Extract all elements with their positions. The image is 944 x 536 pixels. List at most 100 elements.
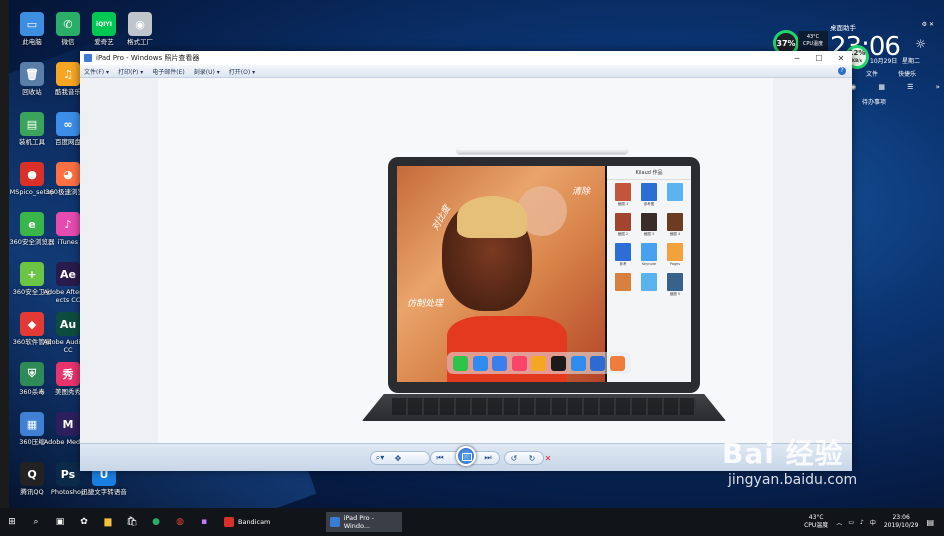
file-explorer-icon[interactable]: ▆: [96, 508, 120, 536]
file-item: 参考: [610, 243, 636, 273]
taskbar-app-label: Bandicam: [238, 518, 271, 526]
dock-app-icon: [453, 355, 469, 371]
ipad-files-pane: Kilaud 作品 截图 1 参考图 截图 2 截图 3 截图 4 参考 Keynote Pa…: [607, 166, 691, 382]
premiere-icon[interactable]: ▪: [192, 508, 216, 536]
minimize-button[interactable]: ─: [786, 54, 808, 63]
help-icon[interactable]: ?: [838, 67, 846, 75]
menu-burn[interactable]: 刻录(U) ▾: [194, 67, 220, 76]
file-item: Keynote: [636, 243, 662, 273]
chevron-right-icon[interactable]: »: [936, 83, 940, 91]
taskbar-app-icon: [224, 517, 234, 527]
file-thumbnail: [641, 243, 657, 261]
previous-icon[interactable]: ⏮: [431, 453, 449, 463]
taskbar-app-label: iPad Pro - Windo...: [343, 514, 375, 530]
desktop: ▭ 此电脑 ✆ 微信 iQIYI 爱奇艺 ◉ 格式工厂 🗑 回收站 ♫ 酷我音乐 ▤ 装机工具 ∞ 百度网盘 ●…: [0, 0, 944, 508]
task-view-icon[interactable]: ▣: [48, 508, 72, 536]
ipad-note-clone: 仿制处理: [407, 299, 444, 309]
tray-volume-icon[interactable]: ♪: [860, 519, 864, 526]
dock-app-icon: [511, 355, 527, 371]
file-caption: 截图 5: [669, 292, 681, 296]
delete-group: ✕: [538, 451, 562, 465]
files-grid: 截图 1 参考图 截图 2 截图 3 截图 4 参考 Keynote Pages 截图 5: [607, 180, 691, 306]
file-thumbnail: [667, 243, 683, 261]
ipad-portrait-hair: [457, 196, 527, 238]
file-item: 截图 1: [610, 183, 636, 213]
zoom-icon[interactable]: ⌕▾: [371, 453, 389, 463]
desktop-icon[interactable]: ◉ 格式工厂: [114, 12, 166, 46]
taskbar-app-icon: [330, 517, 340, 527]
cpu-temp-card: 43°C CPU温度: [798, 31, 828, 53]
desktop-app-icon: ▭: [20, 12, 44, 36]
maximize-button[interactable]: ☐: [808, 54, 830, 63]
grid-icon[interactable]: ▦: [878, 83, 885, 91]
dock-app-icon: [531, 355, 547, 371]
ipad-device: 对比度 仿制处理 清除 Kilaud 作品 截图 1 参考图 截图 2 截图 3 截图 …: [388, 157, 700, 393]
menu-email[interactable]: 电子邮件(E): [152, 67, 184, 76]
file-item: [636, 273, 662, 303]
menu-file[interactable]: 文件(F) ▾: [84, 67, 109, 76]
dock-app-icon: [551, 355, 566, 371]
dock-app-icon: [590, 355, 606, 371]
desktop-app-icon: ♪: [56, 212, 80, 236]
widget-shortcut-files[interactable]: 文件: [866, 69, 878, 78]
menu-bar: 文件(F) ▾ 打印(P) ▾ 电子邮件(E) 刻录(U) ▾ 打开(O) ▾ …: [80, 65, 852, 78]
list-icon[interactable]: ☰: [907, 83, 913, 91]
tray-clock[interactable]: 23:06 2019/10/29: [884, 514, 919, 530]
file-caption: 截图 1: [617, 202, 629, 206]
file-thumbnail: [667, 273, 683, 291]
file-item: 截图 5: [662, 273, 688, 303]
file-caption: Pages: [669, 262, 681, 266]
dock-app-icon: [492, 355, 508, 371]
tray-network-icon[interactable]: ▭: [848, 519, 854, 526]
taskbar-app-button[interactable]: Bandicam: [220, 512, 274, 532]
desktop-icon-label: 迅捷文字转语音: [81, 488, 127, 496]
tray-clock-time: 23:06: [892, 514, 910, 521]
slideshow-button[interactable]: [456, 446, 476, 466]
tray-chevron-icon[interactable]: ︿: [836, 518, 842, 527]
chrome-icon[interactable]: ◍: [168, 508, 192, 536]
widget-todo[interactable]: 待办事项: [862, 97, 886, 106]
desktop-app-icon: ♫: [56, 62, 80, 86]
menu-open[interactable]: 打开(O) ▾: [229, 67, 255, 76]
desktop-app-icon: ▤: [20, 112, 44, 136]
file-thumbnail: [667, 213, 683, 231]
desktop-app-icon: Ps: [56, 462, 80, 486]
fit-window-icon[interactable]: ✥: [389, 454, 407, 463]
image-viewport: 对比度 仿制处理 清除 Kilaud 作品 截图 1 参考图 截图 2 截图 3 截图 …: [80, 78, 852, 443]
desktop-app-icon: e: [20, 212, 44, 236]
taskbar: ⊞ ⌕ ▣ ✿ ▆ 🛍 ● ◍ ▪ Bandicam iPad Pro - Win…: [0, 508, 944, 536]
menu-print[interactable]: 打印(P) ▾: [118, 67, 143, 76]
wechat-icon[interactable]: ●: [144, 508, 168, 536]
close-button[interactable]: ✕: [830, 54, 852, 63]
window-titlebar[interactable]: iPad Pro - Windows 照片查看器 ─ ☐ ✕: [80, 51, 852, 65]
flower-app-icon[interactable]: ✿: [72, 508, 96, 536]
widget-shortcut-quick[interactable]: 快捷乐: [898, 69, 916, 78]
search-icon[interactable]: ⌕: [24, 508, 48, 536]
widget-weekday: 星期二: [902, 58, 921, 65]
next-icon[interactable]: ⏭: [479, 453, 497, 463]
file-caption: 参考图: [643, 202, 655, 206]
delete-icon[interactable]: ✕: [539, 454, 557, 463]
widget-toolbar: ◉ ▦ ☰ »: [850, 83, 940, 91]
photo-viewer-window: iPad Pro - Windows 照片查看器 ─ ☐ ✕ 文件(F) ▾ 打…: [80, 51, 852, 471]
desktop-app-icon: Q: [20, 462, 44, 486]
baidu-watermark: Bai 经验 jingyan.baidu.com: [722, 432, 922, 508]
desktop-app-icon: ◆: [20, 312, 44, 336]
file-thumbnail: [641, 273, 657, 291]
store-icon[interactable]: 🛍: [120, 508, 144, 536]
widget-controls[interactable]: ⚙ ✕: [922, 21, 934, 28]
notification-icon[interactable]: ▤: [926, 518, 934, 527]
memory-gauge-value: 37%: [776, 38, 796, 48]
file-thumbnail: [615, 273, 631, 291]
desktop-app-icon: 🗑: [20, 62, 44, 86]
tray-cpu-temp[interactable]: 43°C CPU温度: [804, 514, 828, 530]
desktop-app-icon: ◉: [128, 12, 152, 36]
file-caption: 截图 4: [669, 232, 681, 236]
taskbar-app-button[interactable]: iPad Pro - Windo...: [326, 512, 403, 532]
smart-keyboard: [362, 394, 726, 421]
tray-ime-icon[interactable]: 中: [870, 518, 876, 527]
desktop-app-icon: ∞: [56, 112, 80, 136]
windows-start-icon[interactable]: ⊞: [0, 508, 24, 536]
ipad-screen: 对比度 仿制处理 清除 Kilaud 作品 截图 1 参考图 截图 2 截图 3 截图 …: [397, 166, 691, 382]
rotate-left-icon[interactable]: ↺: [505, 454, 523, 463]
